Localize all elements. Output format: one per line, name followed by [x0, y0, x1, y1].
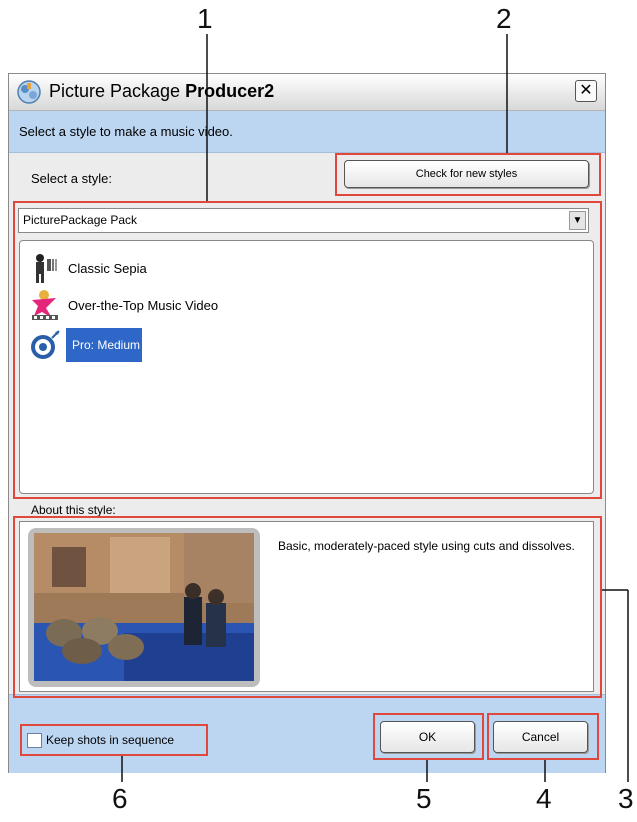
callout-leader-lines	[121, 34, 629, 782]
